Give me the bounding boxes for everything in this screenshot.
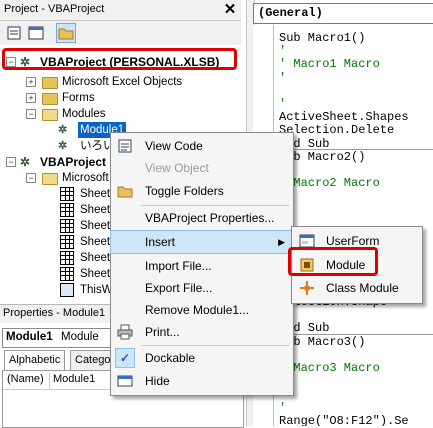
submenu-arrow-icon: ▶ <box>278 237 285 247</box>
code-line: Range("O8:F12").Se <box>279 413 409 426</box>
menu-item-export-file[interactable]: Export File... <box>111 277 293 299</box>
tree-item-label: Sheet <box>80 188 111 200</box>
sheet-icon <box>60 235 74 249</box>
tree-item-label: Sheet <box>80 252 111 264</box>
menu-item-toggle-folders[interactable]: Toggle Folders <box>111 180 293 202</box>
code-line: ' Macro2 Macro <box>279 176 380 191</box>
project-toolbar <box>0 21 241 45</box>
hide-window-icon <box>117 375 133 387</box>
menu-item-import-file[interactable]: Import File... <box>111 255 293 277</box>
menu-item-label: Toggle Folders <box>145 184 224 198</box>
sheet-icon <box>60 219 74 233</box>
menu-item-label: Hide <box>145 374 170 388</box>
menu-item-label: VBAProject Properties... <box>145 211 275 225</box>
open-folder-icon <box>42 109 58 121</box>
code-line: ' <box>279 97 287 111</box>
sheet-icon <box>60 187 74 201</box>
menu-item-label: Import File... <box>145 259 212 273</box>
tree-item-label: Microsoft Excel Objects <box>62 76 183 88</box>
tree-item-label: VBAProject <box>40 155 107 169</box>
expand-icon[interactable]: + <box>26 77 36 87</box>
property-value: Module1 <box>53 373 96 385</box>
sheet-icon <box>60 203 74 217</box>
workbook-icon <box>60 283 74 297</box>
menu-item-print[interactable]: Print... <box>111 321 293 343</box>
menu-item-dockable[interactable]: ✓ Dockable <box>111 347 293 369</box>
open-folder-icon <box>42 173 58 185</box>
folder-icon <box>42 77 58 89</box>
tab-categorized[interactable]: Catego <box>70 350 116 370</box>
checkmark-icon: ✓ <box>115 348 135 368</box>
code-line: ' Macro1 Macro <box>279 57 380 72</box>
view-code-icon <box>118 139 132 153</box>
context-menu: View Code View Object Toggle Folders VBA… <box>110 132 294 396</box>
object-type: Module <box>61 331 99 343</box>
menu-item-label: Insert <box>145 235 176 249</box>
project-pane-titlebar: Project - VBAProject <box>0 0 241 21</box>
menu-item-label: Remove Module1... <box>145 303 250 317</box>
view-object-icon <box>28 26 44 40</box>
folder-icon <box>58 28 74 40</box>
code-line: ' <box>279 44 287 59</box>
vba-project-icon: ✲ <box>20 155 31 169</box>
printer-icon <box>117 324 133 340</box>
collapse-icon[interactable]: − <box>26 173 36 183</box>
highlight-box-project <box>2 48 237 70</box>
view-code-icon <box>7 26 21 40</box>
collapse-icon[interactable]: − <box>26 109 36 119</box>
folder-icon <box>42 93 58 105</box>
code-line: ' <box>279 400 287 415</box>
view-object-toolbar-button[interactable] <box>26 23 46 43</box>
menu-item-label: Dockable <box>145 351 196 365</box>
collapse-icon[interactable]: − <box>6 157 16 167</box>
menu-item-label: View Object <box>145 161 209 175</box>
tree-item-label: Microsoft <box>62 172 109 184</box>
menu-item-label: Export File... <box>145 281 213 295</box>
tree-item-label: Forms <box>62 92 95 104</box>
menu-item-label: View Code <box>145 139 203 153</box>
tab-alphabetic[interactable]: Alphabetic <box>4 350 66 370</box>
class-module-icon <box>300 281 314 295</box>
module-icon: ✲ <box>58 140 68 152</box>
menu-item-remove-module[interactable]: Remove Module1... <box>111 299 293 321</box>
menu-separator <box>141 345 289 346</box>
property-key: (Name) <box>7 373 44 385</box>
highlight-box-module <box>288 247 378 276</box>
menu-item-hide[interactable]: Hide <box>111 370 293 392</box>
tree-item-label: Sheet <box>80 268 111 280</box>
code-line: Selection.Delete <box>279 123 395 138</box>
view-code-toolbar-button[interactable] <box>4 23 24 43</box>
code-line: ActiveSheet.Shapes <box>279 110 409 125</box>
tree-item-label: Sheet <box>80 236 111 248</box>
menu-item-label: Print... <box>145 325 180 339</box>
tree-item-label: Modules <box>62 108 106 120</box>
code-object-value: (General) <box>258 6 323 20</box>
menu-item-vbaproject-properties[interactable]: VBAProject Properties... <box>111 207 293 229</box>
close-icon[interactable]: ✕ <box>221 1 239 19</box>
sheet-icon <box>60 251 74 265</box>
menu-item-view-object[interactable]: View Object <box>111 157 293 179</box>
toggle-folders-toolbar-button[interactable] <box>56 23 76 43</box>
code-line: ' <box>279 70 287 85</box>
code-object-combo[interactable]: (General) <box>253 3 433 24</box>
object-name: Module1 <box>6 331 53 343</box>
submenu-item-label: Class Module <box>326 281 399 295</box>
module-icon: ✲ <box>58 124 68 136</box>
submenu-item-class-module[interactable]: Class Module <box>292 277 422 299</box>
properties-pane-title: Properties - Module1 <box>3 307 106 319</box>
code-line: ' Macro3 Macro <box>279 361 380 375</box>
sheet-icon <box>60 267 74 281</box>
menu-item-view-code[interactable]: View Code <box>111 135 293 157</box>
code-line: Sub Macro1() <box>279 31 366 45</box>
expand-icon[interactable]: + <box>26 93 36 103</box>
tree-item-label: ThisW <box>80 284 113 296</box>
menu-item-insert[interactable]: Insert ▶ <box>110 230 294 254</box>
tree-item-label: Sheet <box>80 220 111 232</box>
tree-item-label: Sheet <box>80 204 111 216</box>
menu-separator <box>141 205 289 206</box>
folder-icon <box>117 186 133 198</box>
project-pane-title: Project - VBAProject <box>4 3 105 15</box>
